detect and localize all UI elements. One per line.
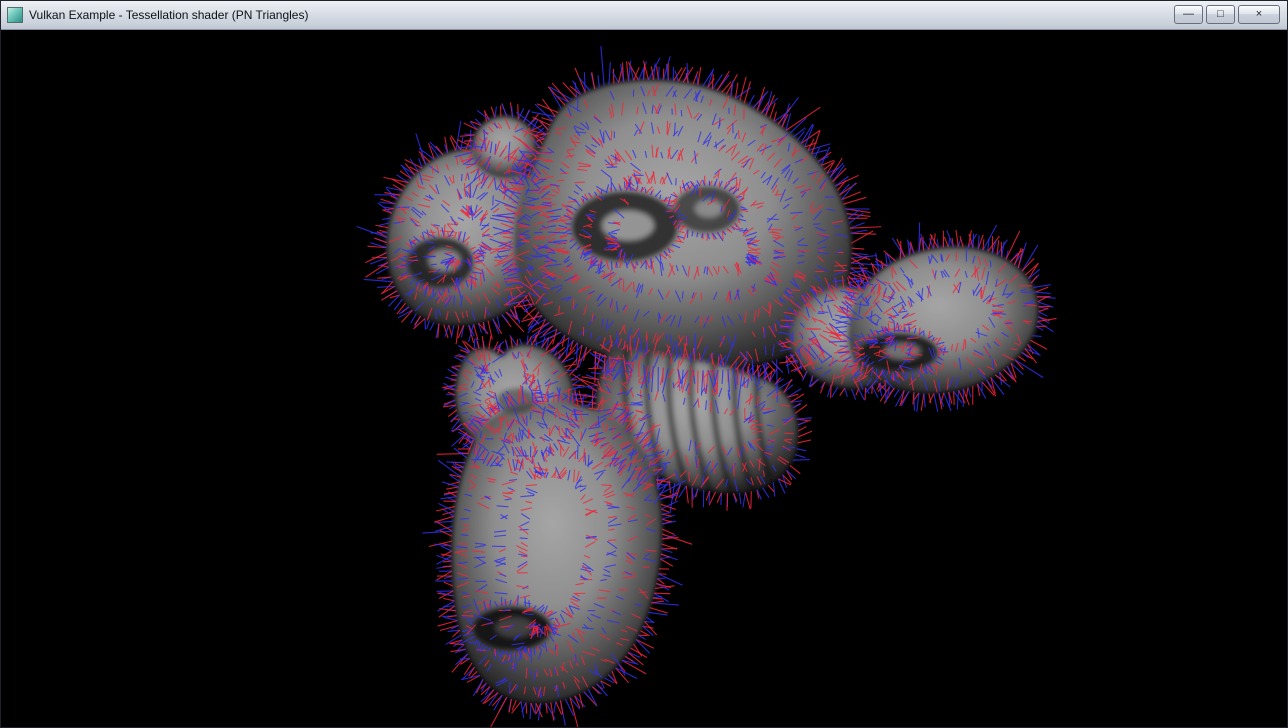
- render-viewport[interactable]: [1, 30, 1287, 727]
- minimize-icon: —: [1183, 9, 1194, 20]
- maximize-icon: □: [1217, 9, 1224, 20]
- vulkan-render: [1, 30, 1287, 727]
- close-icon: ×: [1256, 9, 1262, 20]
- window-controls: — □ ×: [1174, 5, 1280, 24]
- crater-head-small-center: [695, 200, 723, 218]
- heart-shade: [496, 388, 536, 414]
- crater-head-large-center: [602, 210, 654, 240]
- close-button[interactable]: ×: [1238, 5, 1280, 24]
- minimize-button[interactable]: —: [1174, 5, 1203, 24]
- app-window: Vulkan Example - Tessellation shader (PN…: [0, 0, 1288, 728]
- window-title: Vulkan Example - Tessellation shader (PN…: [29, 8, 308, 22]
- app-icon: [7, 7, 23, 23]
- titlebar[interactable]: Vulkan Example - Tessellation shader (PN…: [1, 1, 1287, 30]
- maximize-button[interactable]: □: [1206, 5, 1235, 24]
